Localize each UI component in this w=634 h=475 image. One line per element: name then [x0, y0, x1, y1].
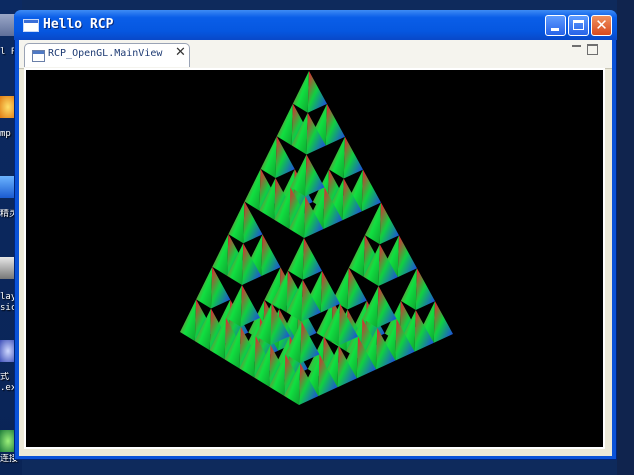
pyramid-face — [180, 299, 197, 342]
title-bar[interactable]: Hello RCP ✕ — [14, 10, 617, 40]
pyramid-face — [302, 238, 322, 280]
tab-label: RCP_OpenGL.MainView — [48, 48, 163, 59]
tab-close-icon[interactable]: ✕ — [175, 45, 186, 60]
window-title: Hello RCP — [43, 17, 114, 32]
pyramid-face — [292, 71, 309, 113]
pyramid-face — [343, 136, 363, 179]
app-window: Hello RCP ✕ RCP_OpenGL.MainView ✕ — [14, 10, 617, 460]
pyramid-face — [415, 268, 435, 310]
pyramid-face — [348, 235, 365, 277]
view-tab-bar: RCP_OpenGL.MainView ✕ — [19, 40, 612, 69]
pyramid-face — [397, 235, 417, 278]
window-client-area: RCP_OpenGL.MainView ✕ — [19, 40, 612, 456]
pyramid-face — [276, 103, 293, 146]
pyramid-face — [325, 103, 345, 146]
pyramid-face — [196, 266, 213, 309]
tab-main-view[interactable]: RCP_OpenGL.MainView ✕ — [24, 43, 190, 67]
desktop-right-strip — [617, 0, 634, 475]
pyramid-face — [212, 234, 229, 276]
pyramid-face — [261, 234, 281, 277]
pyramid-face — [379, 202, 399, 245]
view-minimize-icon[interactable] — [572, 45, 581, 50]
pyramid-face — [228, 201, 245, 244]
pyramid-face — [361, 169, 381, 212]
minimize-icon — [551, 28, 559, 31]
pyramid-face — [260, 136, 277, 178]
pyramid-face — [287, 238, 304, 280]
window-app-icon[interactable] — [23, 19, 39, 32]
pyramid-face — [244, 168, 261, 211]
pyramid-face — [433, 301, 453, 343]
close-button[interactable]: ✕ — [591, 15, 612, 36]
maximize-button[interactable] — [568, 15, 589, 36]
view-icon — [32, 50, 45, 62]
close-icon: ✕ — [595, 16, 608, 34]
sierpinski-pyramid-render — [180, 71, 453, 405]
opengl-canvas[interactable] — [24, 68, 605, 449]
minimize-button[interactable] — [545, 15, 566, 36]
view-maximize-icon[interactable] — [587, 44, 598, 55]
pyramid-face — [307, 71, 327, 113]
maximize-icon — [573, 20, 584, 30]
